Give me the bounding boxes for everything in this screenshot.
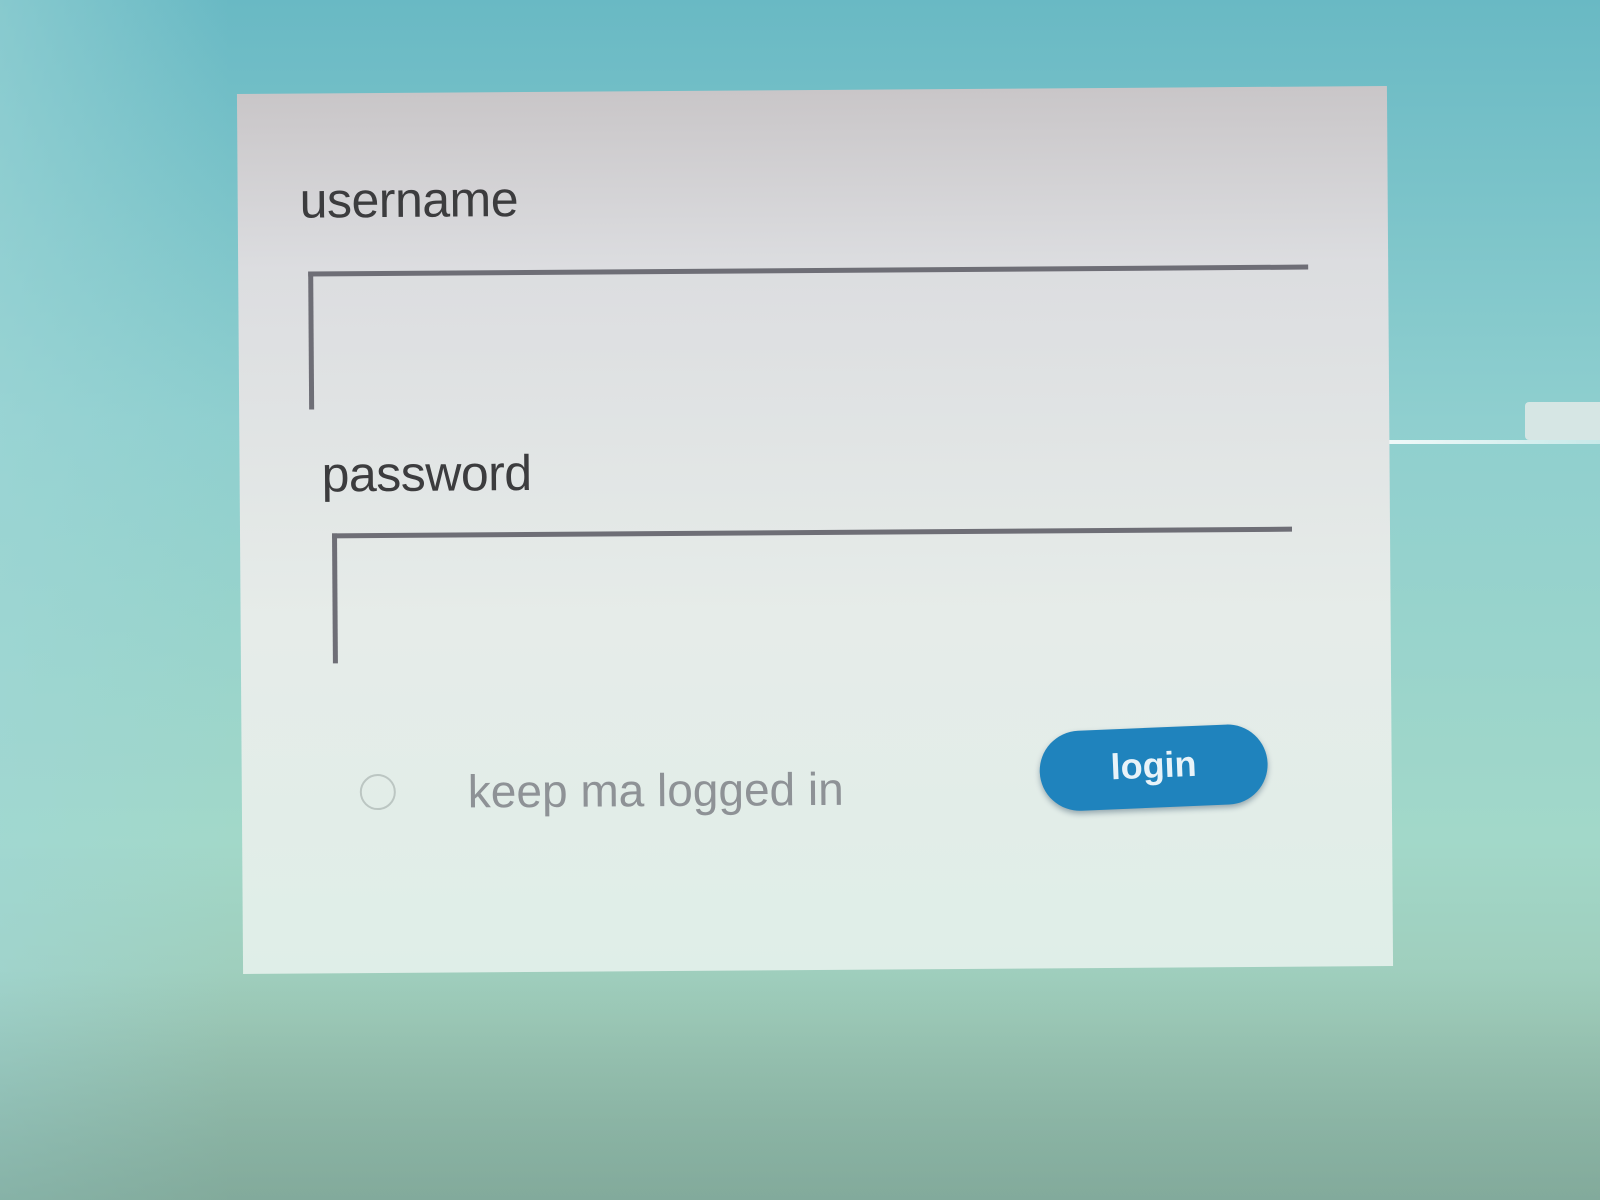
remember-me-row[interactable]: keep ma logged in — [359, 762, 844, 819]
background-shade — [0, 970, 1600, 1200]
username-input[interactable] — [308, 264, 1310, 410]
password-input[interactable] — [332, 526, 1293, 664]
username-label: username — [299, 171, 519, 229]
login-card: username password keep ma logged in logi… — [236, 85, 1394, 975]
remember-me-label[interactable]: keep ma logged in — [468, 762, 844, 819]
remember-me-checkbox[interactable] — [359, 773, 396, 811]
login-button[interactable]: login — [1038, 722, 1270, 813]
password-label: password — [321, 444, 532, 503]
background-window-tab — [1525, 402, 1600, 440]
